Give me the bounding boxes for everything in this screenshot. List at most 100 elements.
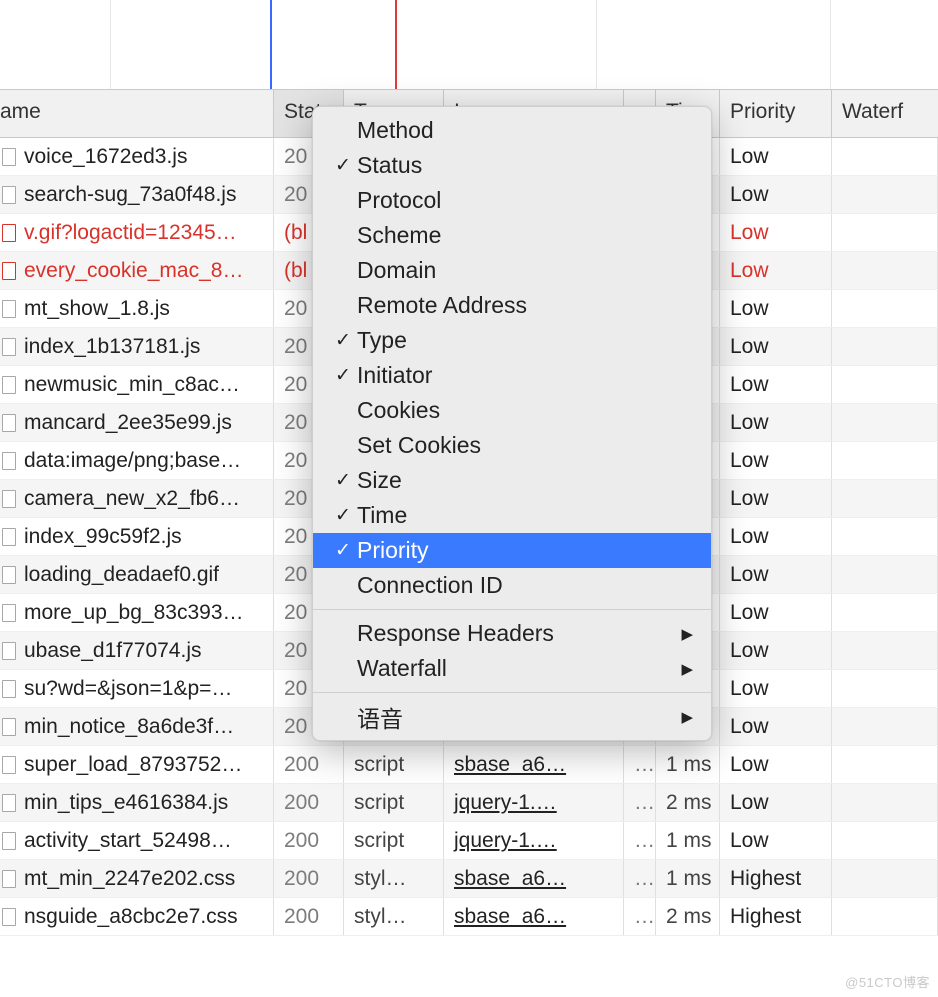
table-row[interactable]: min_tips_e4616384.js200scriptjquery-1.……… xyxy=(0,784,938,822)
timeline-tick xyxy=(830,0,831,89)
cell-size: … xyxy=(624,898,656,935)
cell-name[interactable]: mt_min_2247e202.css xyxy=(0,860,274,897)
initiator-link[interactable]: sbase_a6… xyxy=(454,905,566,929)
status-text: (bl xyxy=(284,221,307,245)
column-context-menu[interactable]: Method ✓StatusProtocolSchemeDomainRemote … xyxy=(312,106,712,741)
priority-text: Low xyxy=(730,487,769,511)
time-text: 1 ms xyxy=(666,867,709,891)
file-icon xyxy=(2,490,16,508)
menu-item-response-headers[interactable]: Response Headers▶ xyxy=(313,616,711,651)
file-icon xyxy=(2,262,16,280)
menu-item-label: Priority xyxy=(357,537,429,564)
submenu-arrow-icon: ▶ xyxy=(681,625,693,643)
table-row[interactable]: mt_min_2247e202.css200styl…sbase_a6……1 m… xyxy=(0,860,938,898)
menu-item-protocol[interactable]: Protocol xyxy=(313,183,711,218)
menu-item-waterfall[interactable]: Waterfall▶ xyxy=(313,651,711,686)
cell-name[interactable]: super_load_8793752… xyxy=(0,746,274,783)
menu-item-status[interactable]: ✓Status xyxy=(313,148,711,183)
cell-name[interactable]: min_notice_8a6de3f… xyxy=(0,708,274,745)
file-icon xyxy=(2,186,16,204)
check-icon: ✓ xyxy=(335,539,357,562)
cell-name[interactable]: activity_start_52498… xyxy=(0,822,274,859)
cell-size: … xyxy=(624,746,656,783)
menu-item-语音[interactable]: 语音▶ xyxy=(313,699,711,734)
cell-initiator: sbase_a6… xyxy=(444,746,624,783)
menu-item-cookies[interactable]: Cookies xyxy=(313,393,711,428)
timeline-overview[interactable] xyxy=(0,0,938,90)
cell-priority: Low xyxy=(720,252,832,289)
priority-text: Low xyxy=(730,221,769,245)
cell-priority: Low xyxy=(720,594,832,631)
cell-waterfall xyxy=(832,328,938,365)
cell-name[interactable]: every_cookie_mac_8… xyxy=(0,252,274,289)
menu-item-set-cookies[interactable]: Set Cookies xyxy=(313,428,711,463)
menu-item-priority[interactable]: ✓Priority xyxy=(313,533,711,568)
priority-text: Low xyxy=(730,259,769,283)
cell-name[interactable]: loading_deadaef0.gif xyxy=(0,556,274,593)
table-row[interactable]: nsguide_a8cbc2e7.css200styl…sbase_a6……2 … xyxy=(0,898,938,936)
status-text: 20 xyxy=(284,715,307,739)
menu-item-label: Method xyxy=(357,117,434,144)
menu-item-time[interactable]: ✓Time xyxy=(313,498,711,533)
cell-waterfall xyxy=(832,556,938,593)
menu-item-type[interactable]: ✓Type xyxy=(313,323,711,358)
file-icon xyxy=(2,642,16,660)
cell-name[interactable]: ubase_d1f77074.js xyxy=(0,632,274,669)
initiator-link[interactable]: jquery-1.… xyxy=(454,829,557,853)
table-row[interactable]: activity_start_52498…200scriptjquery-1.…… xyxy=(0,822,938,860)
initiator-link[interactable]: sbase_a6… xyxy=(454,867,566,891)
cell-name[interactable]: index_99c59f2.js xyxy=(0,518,274,555)
cell-time: 1 ms xyxy=(656,860,720,897)
header-priority[interactable]: Priority xyxy=(720,90,832,137)
menu-item-size[interactable]: ✓Size xyxy=(313,463,711,498)
cell-name[interactable]: index_1b137181.js xyxy=(0,328,274,365)
cell-name[interactable]: mancard_2ee35e99.js xyxy=(0,404,274,441)
type-text: script xyxy=(354,753,404,777)
menu-item-remote-address[interactable]: Remote Address xyxy=(313,288,711,323)
status-text: 20 xyxy=(284,373,307,397)
cell-priority: Low xyxy=(720,746,832,783)
cell-name[interactable]: v.gif?logactid=12345… xyxy=(0,214,274,251)
cell-status: 200 xyxy=(274,860,344,897)
status-text: 20 xyxy=(284,145,307,169)
cell-name[interactable]: search-sug_73a0f48.js xyxy=(0,176,274,213)
table-row[interactable]: super_load_8793752…200scriptsbase_a6……1 … xyxy=(0,746,938,784)
cell-name[interactable]: camera_new_x2_fb6… xyxy=(0,480,274,517)
header-name[interactable]: ame xyxy=(0,90,274,137)
cell-name[interactable]: nsguide_a8cbc2e7.css xyxy=(0,898,274,935)
menu-item-connection-id[interactable]: Connection ID xyxy=(313,568,711,603)
cell-waterfall xyxy=(832,898,938,935)
menu-item-label: Initiator xyxy=(357,362,432,389)
cell-status: 200 xyxy=(274,746,344,783)
priority-text: Low xyxy=(730,411,769,435)
status-text: 20 xyxy=(284,411,307,435)
menu-item-label: Connection ID xyxy=(357,572,503,599)
timeline-tick xyxy=(110,0,111,89)
cell-name[interactable]: voice_1672ed3.js xyxy=(0,138,274,175)
initiator-link[interactable]: jquery-1.… xyxy=(454,791,557,815)
cell-name[interactable]: data:image/png;base… xyxy=(0,442,274,479)
type-text: script xyxy=(354,791,404,815)
cell-initiator: sbase_a6… xyxy=(444,860,624,897)
cell-waterfall xyxy=(832,480,938,517)
initiator-link[interactable]: sbase_a6… xyxy=(454,753,566,777)
cell-type: script xyxy=(344,784,444,821)
header-waterfall[interactable]: Waterf xyxy=(832,90,938,137)
cell-name[interactable]: more_up_bg_83c393… xyxy=(0,594,274,631)
time-text: 1 ms xyxy=(666,829,709,853)
cell-name[interactable]: min_tips_e4616384.js xyxy=(0,784,274,821)
menu-item-scheme[interactable]: Scheme xyxy=(313,218,711,253)
cell-waterfall xyxy=(832,784,938,821)
cell-name[interactable]: su?wd=&json=1&p=… xyxy=(0,670,274,707)
menu-separator xyxy=(313,609,711,610)
cell-size: … xyxy=(624,784,656,821)
cell-status: 200 xyxy=(274,898,344,935)
menu-item-initiator[interactable]: ✓Initiator xyxy=(313,358,711,393)
menu-item-method[interactable]: Method xyxy=(313,113,711,148)
cell-name[interactable]: newmusic_min_c8ac… xyxy=(0,366,274,403)
cell-waterfall xyxy=(832,290,938,327)
file-icon xyxy=(2,300,16,318)
menu-item-domain[interactable]: Domain xyxy=(313,253,711,288)
cell-name[interactable]: mt_show_1.8.js xyxy=(0,290,274,327)
file-icon xyxy=(2,566,16,584)
